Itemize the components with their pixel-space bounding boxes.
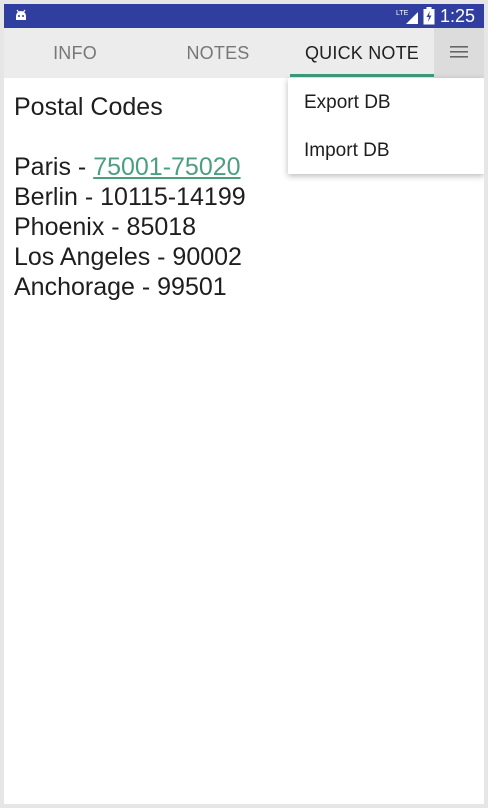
note-line: Anchorage - 99501 [14,273,227,301]
screen: LTE 1:25 INFO NOTES QUICK NOTE Postal Co… [4,4,484,804]
overflow-menu-dropdown: Export DB Import DB [288,78,484,174]
overflow-menu-button[interactable] [434,28,484,78]
menu-item-import-db[interactable]: Import DB [304,139,390,163]
signal-icon: LTE [396,10,418,24]
status-bar: LTE 1:25 [4,4,484,28]
menu-item-export-db[interactable]: Export DB [304,91,391,115]
note-line: Phoenix - 85018 [14,213,197,241]
battery-charging-icon [423,7,435,25]
note-line-city: Paris [14,153,71,181]
svg-text:LTE: LTE [396,10,409,17]
note-line: Los Angeles - 90002 [14,243,242,271]
note-line: Berlin - 10115-14199 [14,183,246,211]
tab-notes[interactable]: NOTES [146,28,290,78]
device-frame: LTE 1:25 INFO NOTES QUICK NOTE Postal Co… [0,0,488,808]
status-time: 1:25 [440,6,476,26]
active-tab-indicator [290,74,434,77]
note-line-separator: - [70,153,94,181]
menu-icon [450,46,468,58]
android-icon [16,9,26,20]
tab-bar: INFO NOTES QUICK NOTE [4,28,484,78]
postal-code-link[interactable]: 75001-75020 [93,153,240,181]
tab-quick-note[interactable]: QUICK NOTE [290,28,434,78]
tab-info[interactable]: INFO [4,28,146,78]
